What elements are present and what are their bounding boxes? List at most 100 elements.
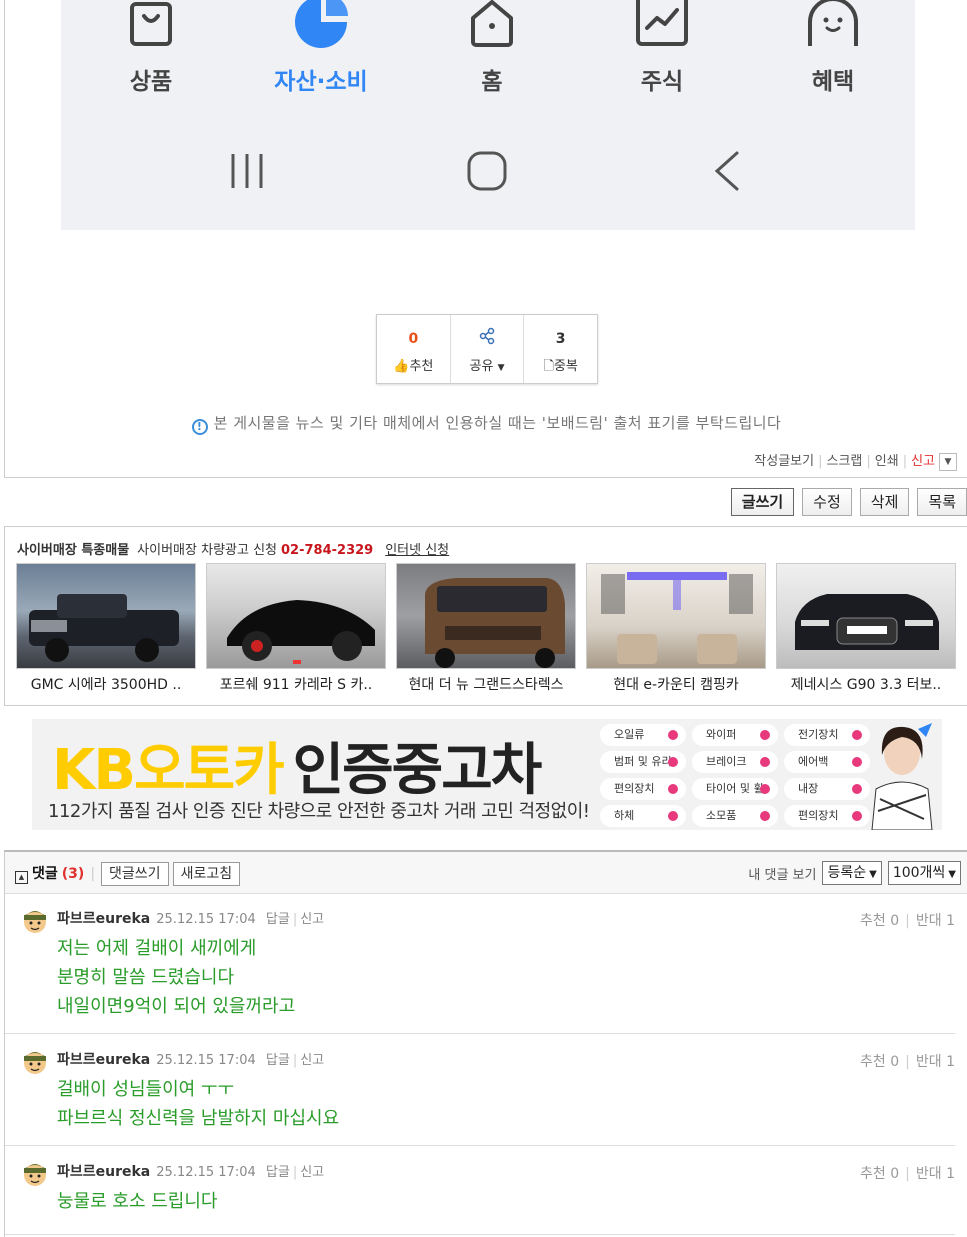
banner-title: KB오토카 인증중고차	[52, 738, 542, 803]
delete-button[interactable]: 삭제	[859, 488, 910, 516]
phone-home-icon	[467, 151, 507, 191]
duplicate-button[interactable]: 3 🗋중복	[524, 315, 597, 383]
banner-tag: 전기장치	[784, 724, 870, 746]
comment-nickname[interactable]: 파브르eureka	[57, 1164, 150, 1180]
info-icon: !	[191, 419, 208, 435]
comment-body: 걸배이 성님들이여 ㅜㅜ 파브르식 정신력을 남발하지 마십시요	[57, 1079, 340, 1129]
kb-autocar-banner[interactable]: KB오토카 인증중고차 112가지 품질 검사 인증 진단 차량으로 안전한 중고…	[32, 719, 942, 830]
comments-title: 댓글	[32, 866, 58, 882]
recommend-button[interactable]: 0 👍추천	[377, 315, 451, 383]
comment-date: 25.12.15 17:04	[156, 1053, 256, 1068]
car-photo[interactable]	[586, 563, 766, 669]
comment-reply-link[interactable]: 답글	[266, 1165, 290, 1180]
avatar	[24, 1052, 46, 1074]
banner-tag: 타이어 및 휠	[692, 778, 778, 800]
report-link[interactable]: 신고	[911, 454, 935, 469]
comment-recommend[interactable]: 추천 0	[860, 913, 899, 929]
recommend-count: 0	[408, 331, 419, 347]
post-action-buttons: 글쓰기 수정 삭제 목록	[730, 488, 967, 516]
citation-notice: ! 본 게시물을 뉴스 및 기타 매체에서 인용하실 때는 '보배드림' 출처 표…	[5, 412, 967, 435]
car-item[interactable]: 현대 e-카운티 캠핑카	[586, 563, 766, 694]
comment-reply-link[interactable]: 답글	[266, 912, 290, 927]
sort-select[interactable]: 등록순 ▼	[822, 861, 882, 885]
banner-model-image	[871, 723, 933, 830]
banner-tag: 편의장치	[600, 778, 686, 800]
phone-nav-label: 상품	[129, 69, 173, 95]
car-list: GMC 시에라 3500HD .. 포르쉐 911 카레라 S 카.. 현대 더…	[16, 563, 956, 694]
share-label: 공유	[469, 359, 494, 374]
car-item[interactable]: 현대 더 뉴 그랜드스타렉스	[396, 563, 576, 694]
duplicate-label: 중복	[553, 359, 578, 374]
cyber-store-title: 사이버매장 특종매물	[17, 543, 130, 558]
vote-box: 0 👍추천 공유 ▼ 3 🗋중복	[376, 314, 598, 384]
car-item[interactable]: 포르쉐 911 카레라 S 카..	[206, 563, 386, 694]
post-links: 작성글보기 | 스크랩 | 인쇄 | 신고 ▼	[754, 450, 957, 471]
comment-nickname[interactable]: 파브르eureka	[57, 1052, 150, 1068]
car-name[interactable]: 제네시스 G90 3.3 터보..	[776, 674, 956, 694]
comment-date: 25.12.15 17:04	[156, 912, 256, 927]
banner-tag: 내장	[784, 778, 870, 800]
collapse-icon[interactable]: ▲	[15, 871, 28, 884]
embedded-phone-screenshot: 상품 자산·소비 홈 주식 혜택	[61, 0, 915, 230]
print-link[interactable]: 인쇄	[875, 454, 899, 469]
phone-nav-label: 홈	[481, 69, 503, 95]
car-name[interactable]: GMC 시에라 3500HD ..	[16, 674, 196, 694]
banner-tag: 소모품	[692, 805, 778, 827]
list-button[interactable]: 목록	[917, 488, 967, 516]
duplicate-count: 3	[555, 331, 566, 347]
view-posts-link[interactable]: 작성글보기	[754, 454, 814, 469]
car-photo[interactable]	[396, 563, 576, 669]
recommend-label: 추천	[409, 359, 434, 374]
car-photo[interactable]	[776, 563, 956, 669]
comment-report-link[interactable]: 신고	[300, 1053, 324, 1068]
cyber-store-header: 사이버매장 특종매물 사이버매장 차량광고 신청 02-784-2329 인터넷 신청	[17, 539, 449, 558]
car-name[interactable]: 현대 e-카운티 캠핑카	[586, 674, 766, 694]
internet-apply-link[interactable]: 인터넷 신청	[385, 543, 449, 558]
comment-item: 파브르eureka 25.12.15 17:04 답글 | 신고 추천 0 | 반대 1 …	[5, 894, 955, 1034]
car-photo[interactable]	[206, 563, 386, 669]
avatar	[24, 1164, 46, 1186]
car-item[interactable]: GMC 시에라 3500HD ..	[16, 563, 196, 694]
comment-body: 저는 어제 걸배이 새끼에게 분명히 말씀 드렸습니다 내일이면9억이 되어 있…	[57, 938, 296, 1017]
comment-report-link[interactable]: 신고	[300, 912, 324, 927]
more-dropdown-icon[interactable]: ▼	[939, 452, 957, 471]
phone-nav-label: 주식	[640, 69, 684, 95]
my-comments-link[interactable]: 내 댓글 보기	[748, 864, 816, 883]
banner-tag: 에어백	[784, 751, 870, 773]
pie-chart-icon	[295, 0, 348, 48]
car-name[interactable]: 포르쉐 911 카레라 S 카..	[206, 674, 386, 694]
stock-chart-icon	[636, 0, 688, 46]
banner-tag: 범퍼 및 유리	[600, 751, 686, 773]
avatar	[24, 911, 46, 933]
comment-recommend[interactable]: 추천 0	[860, 1166, 899, 1182]
post-content: 상품 자산·소비 홈 주식 혜택 0 👍추천 공유 ▼ 3 🗋중복 ! 본 게시…	[4, 0, 967, 478]
document-icon: 🗋	[543, 359, 554, 374]
comment-oppose[interactable]: 반대 1	[916, 1054, 955, 1070]
chevron-down-icon: ▼	[948, 869, 956, 880]
comment-oppose[interactable]: 반대 1	[916, 1166, 955, 1182]
comment-oppose[interactable]: 반대 1	[916, 913, 955, 929]
benefit-face-icon	[808, 0, 858, 46]
write-comment-button[interactable]: 댓글쓰기	[101, 862, 169, 886]
chevron-down-icon: ▼	[869, 869, 877, 880]
comment-report-link[interactable]: 신고	[300, 1165, 324, 1180]
car-item[interactable]: 제네시스 G90 3.3 터보..	[776, 563, 956, 694]
cyber-ad-text: 사이버매장 차량광고 신청	[137, 543, 277, 558]
comment-recommend[interactable]: 추천 0	[860, 1054, 899, 1070]
cyber-phone: 02-784-2329	[281, 543, 374, 558]
share-icon	[479, 327, 495, 345]
comment-reply-link[interactable]: 답글	[266, 1053, 290, 1068]
car-name[interactable]: 현대 더 뉴 그랜드스타렉스	[396, 674, 576, 694]
per-page-select[interactable]: 100개씩 ▼	[887, 861, 961, 885]
recent-apps-icon	[231, 154, 263, 188]
edit-button[interactable]: 수정	[802, 488, 852, 516]
cyber-store-section: 사이버매장 특종매물 사이버매장 차량광고 신청 02-784-2329 인터넷 신청…	[4, 526, 967, 706]
write-button[interactable]: 글쓰기	[730, 488, 795, 516]
car-photo[interactable]	[16, 563, 196, 669]
refresh-button[interactable]: 새로고침	[172, 862, 241, 886]
comment-nickname[interactable]: 파브르eureka	[57, 911, 150, 927]
banner-tag: 하체	[600, 805, 686, 827]
comment-body: 눙물로 호소 드립니다	[57, 1191, 218, 1212]
scrap-link[interactable]: 스크랩	[826, 454, 862, 469]
share-button[interactable]: 공유 ▼	[451, 315, 525, 383]
